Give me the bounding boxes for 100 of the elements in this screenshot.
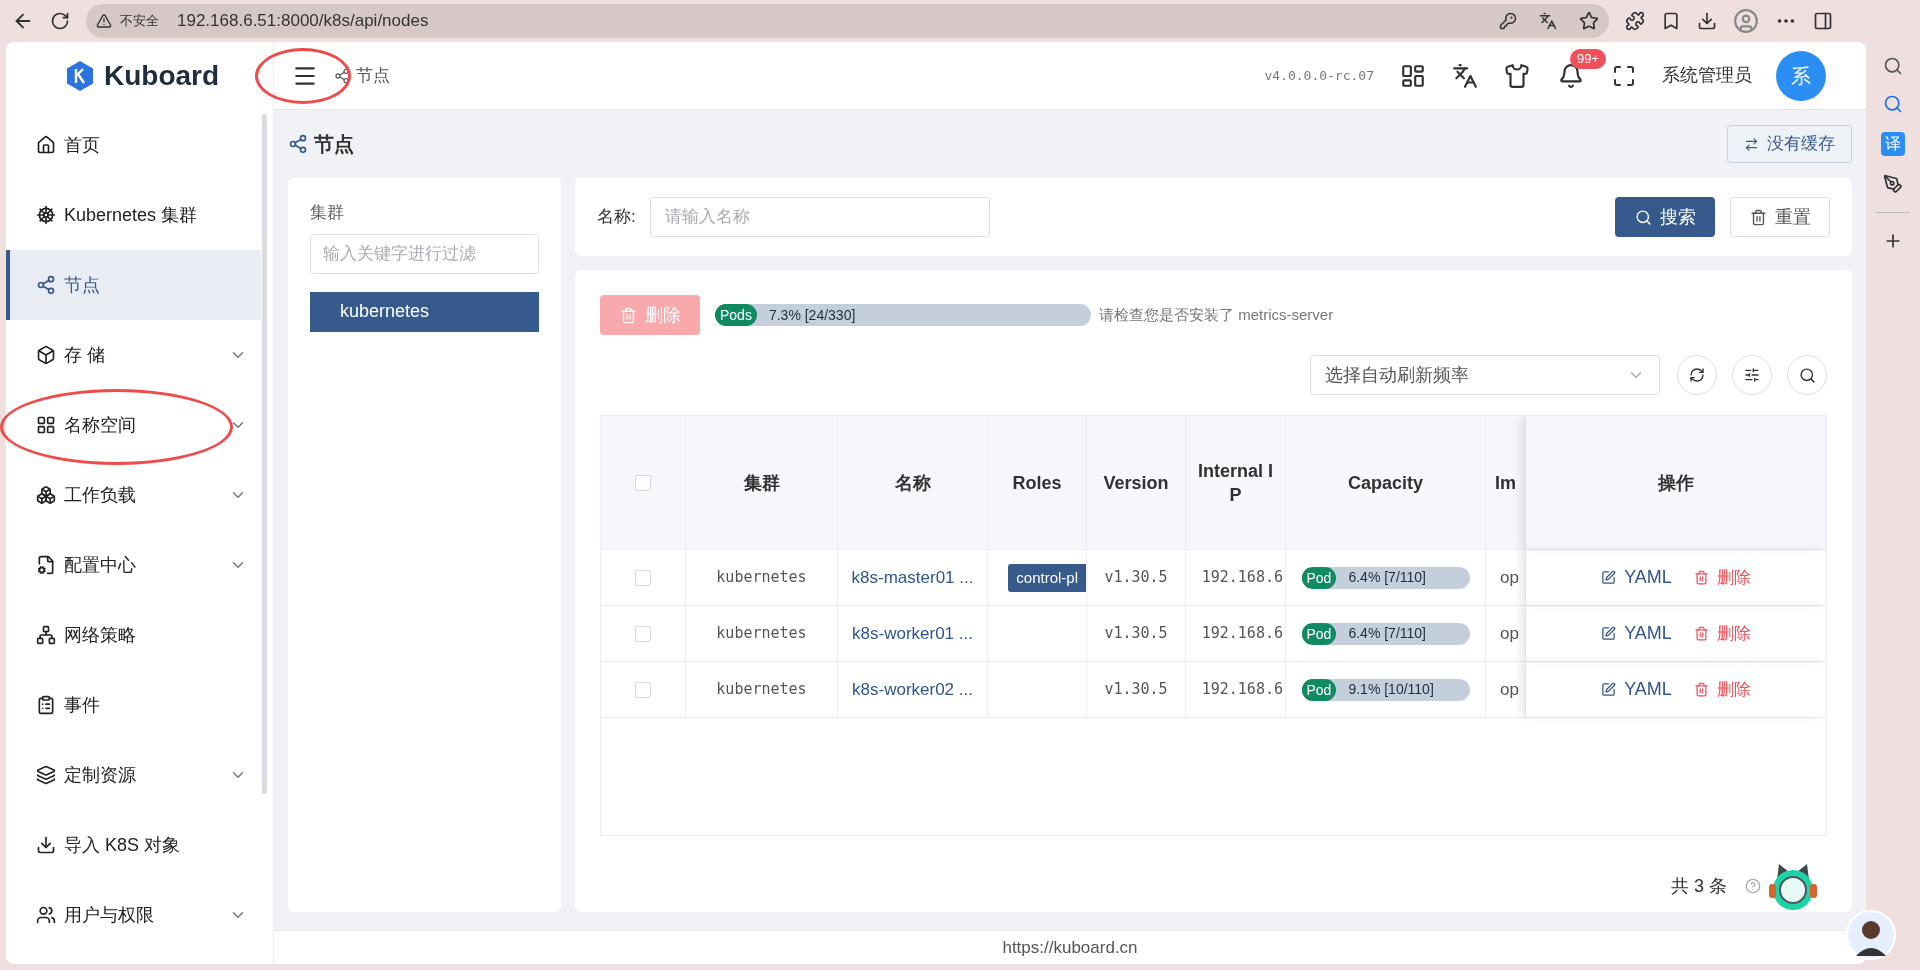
home-icon [36, 135, 56, 155]
yaml-link[interactable]: YAML [1601, 620, 1672, 647]
reload-icon[interactable] [50, 11, 70, 31]
column-header: Capacity [1347, 471, 1423, 495]
total-count: 共 3 条 [1671, 874, 1727, 898]
usage-reading: 6.4% [7/110] [1348, 624, 1426, 643]
sidebar-item[interactable]: 工作负载 [6, 460, 261, 530]
bell-icon[interactable] [1558, 62, 1584, 89]
table-cell-text: 192.168.6 [1201, 567, 1283, 589]
trash-icon [1693, 682, 1709, 697]
usage-reading: 9.1% [10/110] [1348, 680, 1434, 699]
yaml-link[interactable]: YAML [1601, 676, 1672, 703]
table-cell-text: 192.168.6 [1201, 623, 1283, 645]
scrollbar[interactable] [262, 114, 267, 794]
language-icon[interactable] [1452, 62, 1478, 89]
name-field[interactable]: 请输入名称 [649, 197, 990, 237]
sidebar-item[interactable]: 事件 [6, 670, 261, 740]
version-text: v4.0.0.0-rc.07 [1264, 66, 1374, 85]
trash-icon [1749, 208, 1767, 226]
edit-icon [1601, 682, 1617, 697]
sidebar-item[interactable]: 名称空间 [6, 390, 261, 460]
key-icon[interactable] [1499, 12, 1517, 30]
pen-icon[interactable] [1883, 174, 1903, 194]
sidebar-item[interactable]: 首页 [6, 110, 261, 180]
usage-reading: 6.4% [7/110] [1348, 568, 1426, 587]
search-button[interactable]: 搜索 [1615, 197, 1715, 237]
sidebar-item[interactable]: Kubernetes 集群 [6, 180, 261, 250]
boxes-icon [36, 485, 56, 505]
connected-nodes-icon [36, 275, 56, 295]
table-cell-text: kubernetes [716, 679, 807, 701]
column-header: 名称 [894, 471, 931, 495]
sidebar-item[interactable]: 定制资源 [6, 740, 261, 810]
cluster-item[interactable]: kubernetes [310, 291, 539, 332]
breadcrumb[interactable]: 节点 [356, 62, 390, 89]
table-cell-text: op [1500, 622, 1519, 645]
table-cell-text: kubernetes [716, 623, 807, 645]
node-link[interactable]: k8s-worker02 ... [852, 676, 973, 703]
sidebar-item[interactable]: 存 储 [6, 320, 261, 390]
role-tag: control-pl [1008, 563, 1086, 592]
column-header: Im [1495, 471, 1516, 495]
checkbox[interactable] [635, 625, 651, 642]
fullscreen-icon[interactable] [1612, 63, 1636, 88]
network-icon [36, 625, 56, 645]
usage-label: Pod [1301, 566, 1337, 589]
yaml-link[interactable]: YAML [1601, 564, 1672, 591]
sidebar-item[interactable]: 配置中心 [6, 530, 261, 600]
table-cell-text: 192.168.6 [1201, 679, 1283, 701]
search-icon[interactable] [1883, 94, 1903, 114]
avatar-icon[interactable] [1846, 910, 1896, 960]
refresh-rate-select[interactable]: 选择自动刷新频率 [1310, 355, 1660, 395]
document-list-icon [36, 695, 56, 715]
notification-badge: 99+ [1570, 48, 1607, 69]
favorites-icon[interactable] [1661, 11, 1681, 31]
dashboard-icon[interactable] [1400, 62, 1426, 89]
delete-link[interactable]: 删除 [1693, 676, 1751, 703]
column-header: Internal IP [1198, 459, 1273, 507]
logo-icon [64, 60, 96, 92]
node-link[interactable]: k8s-worker01 ... [852, 620, 973, 647]
profile-icon[interactable] [1733, 8, 1759, 34]
logo-text: Kuboard [104, 59, 220, 93]
grid-icon [36, 415, 56, 435]
edit-icon [1601, 570, 1617, 585]
delete-link[interactable]: 删除 [1693, 564, 1751, 591]
delete-link[interactable]: 删除 [1693, 620, 1751, 647]
sidebar-toggle-icon[interactable] [1813, 11, 1833, 31]
column-header: Version [1103, 471, 1169, 495]
sidebar-item[interactable]: 节点 [6, 250, 261, 320]
filter-field[interactable]: 输入关键字进行过滤 [310, 233, 539, 274]
trash-icon [1693, 626, 1709, 641]
checkbox[interactable] [635, 569, 651, 586]
security-label: 不安全 [120, 12, 159, 31]
search-icon [1798, 366, 1816, 384]
star-icon[interactable] [1579, 11, 1599, 31]
column-header: 集群 [743, 471, 780, 495]
sidebar-item[interactable]: 网络策略 [6, 600, 261, 670]
connected-nodes-icon [288, 134, 308, 154]
table-cell-text: v1.30.5 [1104, 567, 1168, 589]
search-icon[interactable] [1883, 56, 1903, 76]
address-bar[interactable]: 不安全 192.168.6.51:8000/k8s/api/nodes [86, 4, 1609, 38]
download-icon[interactable] [1697, 11, 1717, 31]
reset-button[interactable]: 重置 [1730, 197, 1830, 237]
table-cell-text: v1.30.5 [1104, 623, 1168, 645]
table-cell-text: op [1500, 566, 1519, 589]
hint-text: 请检查您是否安装了 metrics-server [1099, 304, 1334, 325]
user-name[interactable]: 系统管理员 [1662, 62, 1752, 89]
footer-link[interactable]: https://kuboard.cn [1002, 934, 1138, 961]
table-cell-text: v1.30.5 [1104, 679, 1168, 701]
sidebar-item[interactable]: 用户与权限 [6, 880, 261, 950]
checkbox[interactable] [635, 681, 651, 698]
page-title: 节点 [314, 132, 354, 157]
edit-icon [1601, 626, 1617, 641]
extensions-icon[interactable] [1625, 11, 1645, 31]
layers-icon [36, 765, 56, 785]
node-link[interactable]: k8s-master01 ... [851, 564, 974, 591]
sidebar-item[interactable]: 导入 K8S 对象 [6, 810, 261, 880]
checkbox[interactable] [635, 474, 651, 491]
shirt-icon[interactable] [1504, 62, 1530, 89]
cache-button[interactable]: 没有缓存 [1727, 125, 1852, 163]
trash-icon [619, 306, 637, 324]
table-cell-text: kubernetes [716, 567, 807, 589]
